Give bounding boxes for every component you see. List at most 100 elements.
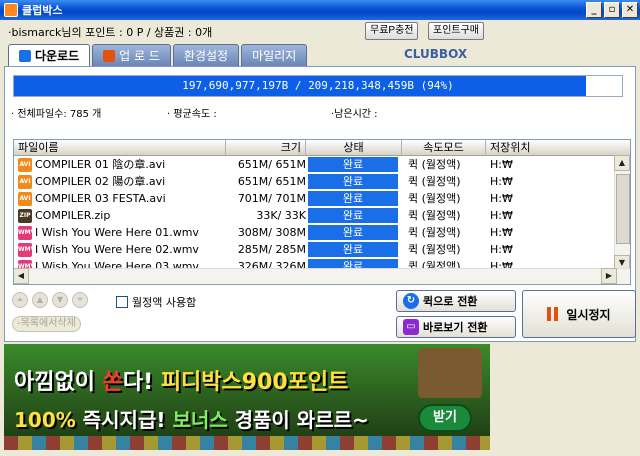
pause-icon (547, 307, 559, 321)
pause-button[interactable]: 일시정지 (522, 290, 636, 338)
app-icon (4, 3, 18, 17)
monthly-option[interactable]: 월정액 사용함 (116, 294, 196, 310)
remove-from-list-button[interactable]: -목록에서삭제 (12, 316, 81, 332)
col-status[interactable]: 상태 (306, 140, 402, 156)
file-name: COMPILER 03 FESTA.avi (35, 192, 166, 205)
banner-text-2d: 경품이 와르르~ (227, 408, 369, 432)
save-location: H:₩ (490, 192, 513, 205)
file-name-cell: WMV I Wish You Were Here 02.wmv (18, 241, 234, 258)
refresh-icon: ↻ (403, 293, 419, 309)
list-order-controls: ⏶ ▲ ▼ ⏷ (12, 292, 88, 308)
user-points-info: ·bismarck님의 포인트 : 0 P / 상품권 : 0개 (8, 26, 213, 39)
tab-bar: 다운로드 업 로 드 환경설정 마일리지 (8, 44, 308, 66)
buy-points-button[interactable]: 포인트구매 (428, 22, 484, 40)
account-header: ·bismarck님의 포인트 : 0 P / 상품권 : 0개 무료P충전 포… (8, 22, 632, 40)
vertical-scrollbar[interactable]: ▲ ▼ (614, 155, 630, 271)
table-row[interactable]: WMV I Wish You Were Here 01.wmv 308M/ 308M… (14, 224, 616, 241)
average-speed: · 평균속도 : (167, 109, 217, 120)
banner-text-2a: 100% (14, 408, 76, 432)
tab-settings[interactable]: 환경설정 (172, 44, 240, 66)
get-bonus-button[interactable]: 받기 (418, 404, 472, 432)
file-name: COMPILER 02 陽の章.avi (35, 175, 166, 188)
horizontal-scrollbar[interactable]: ◀ ▶ (14, 268, 630, 284)
move-down-button[interactable]: ▼ (52, 292, 68, 308)
move-bottom-button[interactable]: ⏷ (72, 292, 88, 308)
tab-upload[interactable]: 업 로 드 (92, 44, 171, 66)
scroll-up-button[interactable]: ▲ (614, 155, 630, 171)
clubbox-logo: CLUBBOX (404, 47, 468, 61)
upload-icon (103, 49, 116, 62)
status-badge: 완료 (308, 174, 398, 189)
banner-text-1c: 다! (122, 370, 161, 395)
quick-switch-button[interactable]: ↻ 퀵으로 전환 (396, 290, 516, 312)
monitor-icon: ▭ (403, 319, 419, 335)
file-size: 33K/ 33K (256, 209, 306, 222)
free-charge-button[interactable]: 무료P충전 (365, 22, 419, 40)
save-location: H:₩ (490, 209, 513, 222)
table-row[interactable]: ZIP COMPILER.zip 33K/ 33K 완료 퀵 (월정액) H:₩ (14, 207, 616, 224)
tab-download[interactable]: 다운로드 (8, 44, 91, 66)
move-up-button[interactable]: ▲ (32, 292, 48, 308)
file-name-cell: WMV I Wish You Were Here 01.wmv (18, 224, 234, 241)
wmv-file-icon: WMV (18, 242, 35, 257)
preview-switch-label: 바로보기 전환 (423, 321, 488, 334)
status-badge: 완료 (308, 225, 398, 240)
file-size: 701M/ 701M (237, 192, 306, 205)
file-size: 651M/ 651M (237, 175, 306, 188)
file-name: I Wish You Were Here 02.wmv (35, 243, 199, 256)
table-body: AVI COMPILER 01 陰の章.avi 651M/ 651M 완료 퀵 (월정액… (14, 156, 616, 270)
file-name-cell: AVI COMPILER 03 FESTA.avi (18, 190, 234, 207)
tab-download-label: 다운로드 (35, 49, 80, 63)
scroll-right-button[interactable]: ▶ (601, 268, 617, 284)
file-size: 285M/ 285M (237, 243, 306, 256)
speed-mode: 퀵 (월정액) (408, 226, 461, 239)
overall-progress-bar: 197,690,977,197B / 209,218,348,459B (94%… (13, 75, 623, 97)
status-badge: 완료 (308, 208, 398, 223)
banner-text-2b: 즉시지급! (75, 408, 173, 432)
pause-label: 일시정지 (566, 307, 611, 322)
quick-switch-label: 퀵으로 전환 (423, 295, 478, 308)
banner-headline: 아낌없이 쏜다! 피디박스900포인트 (14, 364, 348, 396)
banner-subline: 100% 즉시지급! 보너스 경품이 와르르~ (14, 404, 369, 433)
table-row[interactable]: AVI COMPILER 03 FESTA.avi 701M/ 701M 완료 퀵 (월… (14, 190, 616, 207)
file-name: I Wish You Were Here 01.wmv (35, 226, 199, 239)
table-header: 파일이름 크기 상태 속도모드 저장위치 (14, 140, 630, 156)
close-button[interactable]: ✕ (622, 2, 638, 18)
maximize-button[interactable]: ▫ (604, 2, 620, 18)
preview-switch-button[interactable]: ▭ 바로보기 전환 (396, 316, 516, 338)
speed-mode: 퀵 (월정액) (408, 209, 461, 222)
status-badge: 완료 (308, 242, 398, 257)
file-name: COMPILER 01 陰の章.avi (35, 158, 166, 171)
file-name-cell: AVI COMPILER 01 陰の章.avi (18, 156, 234, 173)
scroll-left-button[interactable]: ◀ (14, 268, 29, 284)
remaining-time: ·남은시간 : (331, 109, 378, 120)
file-size: 651M/ 651M (237, 158, 306, 171)
col-speed-mode[interactable]: 속도모드 (402, 140, 486, 156)
monthly-checkbox[interactable] (116, 296, 128, 308)
promo-banner[interactable]: 아낌없이 쏜다! 피디박스900포인트 100% 즉시지급! 보너스 경품이 와… (4, 344, 490, 450)
col-save-location[interactable]: 저장위치 (486, 140, 630, 156)
save-location: H:₩ (490, 175, 513, 188)
speed-mode: 퀵 (월정액) (408, 192, 461, 205)
col-filename[interactable]: 파일이름 (14, 140, 226, 156)
tab-mileage[interactable]: 마일리지 (241, 44, 308, 66)
table-row[interactable]: AVI COMPILER 01 陰の章.avi 651M/ 651M 완료 퀵 (월정액… (14, 156, 616, 173)
file-name: COMPILER.zip (35, 209, 111, 222)
stats-row: · 전체파일수: 785 개 · 평균속도 : ·남은시간 : (11, 105, 631, 120)
minimize-button[interactable]: _ (586, 2, 602, 18)
table-row[interactable]: WMV I Wish You Were Here 02.wmv 285M/ 285M… (14, 241, 616, 258)
table-row[interactable]: AVI COMPILER 02 陽の章.avi 651M/ 651M 완료 퀵 (월정액… (14, 173, 616, 190)
col-size[interactable]: 크기 (226, 140, 306, 156)
scroll-thumb[interactable] (616, 174, 630, 244)
speed-mode: 퀵 (월정액) (408, 175, 461, 188)
move-top-button[interactable]: ⏶ (12, 292, 28, 308)
total-files: · 전체파일수: 785 개 (11, 109, 102, 120)
handbag-image (418, 348, 482, 398)
status-badge: 완료 (308, 191, 398, 206)
avi-file-icon: AVI (18, 191, 32, 206)
speed-mode: 퀵 (월정액) (408, 158, 461, 171)
status-badge: 완료 (308, 157, 398, 172)
file-table: 파일이름 크기 상태 속도모드 저장위치 AVI COMPILER 01 陰の章.… (13, 139, 631, 285)
download-icon (19, 49, 31, 62)
file-name-cell: AVI COMPILER 02 陽の章.avi (18, 173, 234, 190)
